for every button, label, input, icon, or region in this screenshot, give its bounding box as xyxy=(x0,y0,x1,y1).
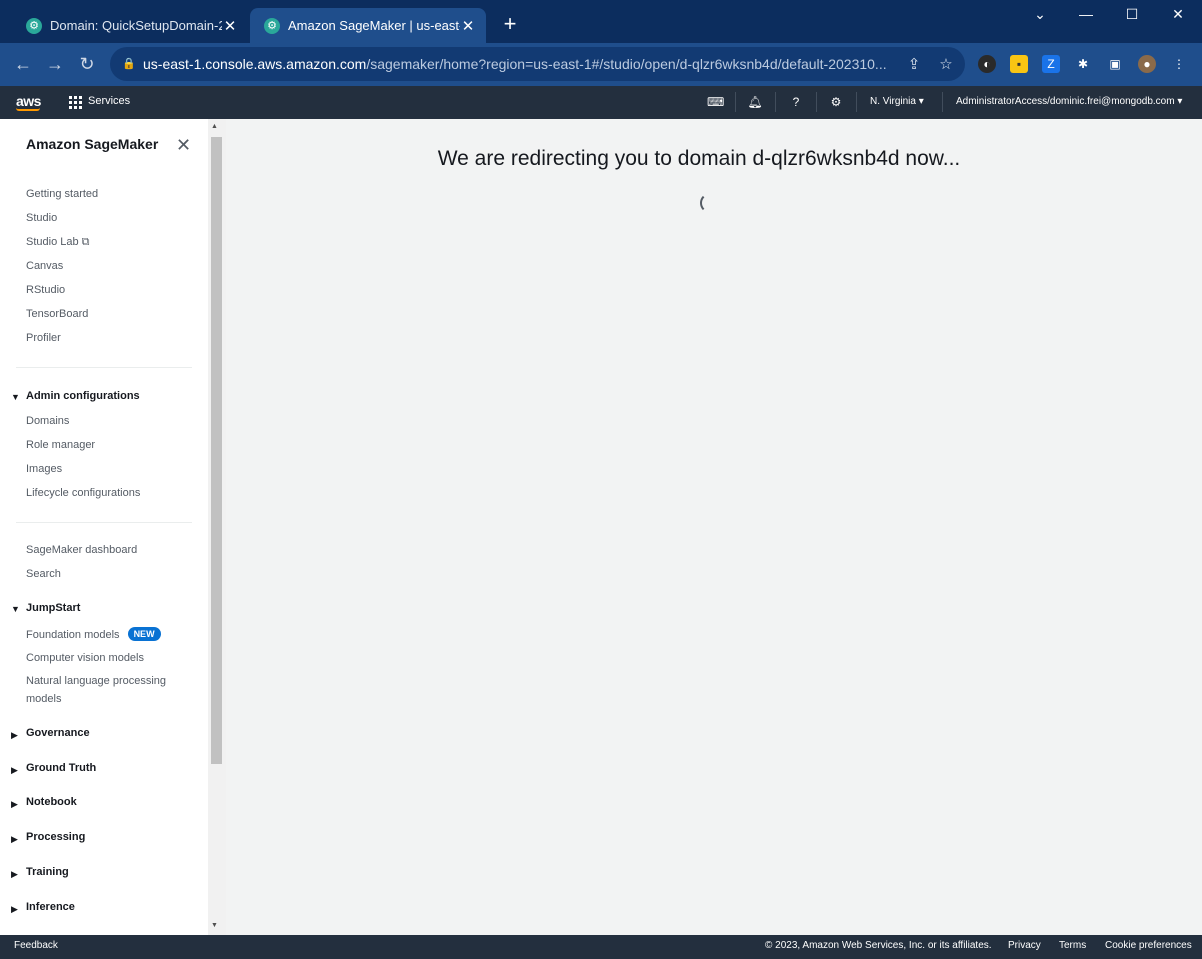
section-notebook[interactable]: Notebook xyxy=(26,796,77,808)
new-badge: NEW xyxy=(127,627,161,641)
redirect-message: We are redirecting you to domain d-qlzr6… xyxy=(437,147,961,170)
side-panel-icon[interactable]: ▣ xyxy=(1106,55,1124,73)
close-sidebar-icon[interactable]: ✕ xyxy=(176,135,191,156)
tab-close-icon[interactable]: ✕ xyxy=(460,17,476,35)
tab-title: Amazon SageMaker | us-east-1 xyxy=(288,18,460,33)
reload-icon[interactable]: ↻ xyxy=(76,53,98,75)
caret-down-icon[interactable]: ▼ xyxy=(11,392,20,402)
scroll-up-arrow-icon[interactable]: ▲ xyxy=(211,123,218,130)
bookmark-star-icon[interactable]: ☆ xyxy=(936,55,956,75)
sidebar-item-nlp-models-line2[interactable]: models xyxy=(26,693,61,705)
forward-arrow-icon[interactable]: → xyxy=(44,53,66,75)
tab-domain[interactable]: ⚙ Domain: QuickSetupDomain-202 ✕ xyxy=(12,8,248,43)
minimize-button[interactable]: — xyxy=(1076,6,1096,26)
aws-console-header: aws Services ⌨ 🔔︎ ? ⚙ N. Virginia ▾ Admi… xyxy=(0,86,1202,119)
aws-logo[interactable]: aws xyxy=(16,93,41,111)
lock-icon[interactable]: 🔒 xyxy=(122,57,136,70)
sidebar-item-images[interactable]: Images xyxy=(26,463,62,475)
url-text[interactable]: us-east-1.console.aws.amazon.com/sagemak… xyxy=(143,56,898,72)
main-content: We are redirecting you to domain d-qlzr6… xyxy=(226,119,1202,935)
tab-title: Domain: QuickSetupDomain-202 xyxy=(50,18,222,33)
caret-right-icon[interactable]: ▶ xyxy=(11,869,18,880)
cloudshell-icon[interactable]: ⌨ xyxy=(707,94,724,110)
sidebar-item-nlp-models[interactable]: Natural language processing xyxy=(26,675,166,687)
sidebar-item-search[interactable]: Search xyxy=(26,568,61,580)
extensions-puzzle-icon[interactable]: ✱ xyxy=(1074,55,1092,73)
sidebar-scrollbar-thumb[interactable] xyxy=(211,137,222,764)
section-governance[interactable]: Governance xyxy=(26,727,90,739)
feedback-link[interactable]: Feedback xyxy=(14,940,58,951)
new-tab-button[interactable]: + xyxy=(500,13,520,37)
sidebar-item-foundation-models[interactable]: Foundation models NEW xyxy=(26,627,161,641)
sidebar-title: Amazon SageMaker xyxy=(26,136,159,152)
privacy-link[interactable]: Privacy xyxy=(1008,940,1041,951)
caret-right-icon[interactable]: ▶ xyxy=(11,765,18,776)
sidebar-item-role-manager[interactable]: Role manager xyxy=(26,439,95,451)
account-menu[interactable]: AdministratorAccess/dominic.frei@mongodb… xyxy=(956,96,1182,107)
extension-zoom-icon[interactable]: Z xyxy=(1042,55,1060,73)
sidebar-item-sagemaker-dashboard[interactable]: SageMaker dashboard xyxy=(26,544,137,556)
tab-sagemaker-active[interactable]: ⚙ Amazon SageMaker | us-east-1 ✕ xyxy=(250,8,486,43)
section-jumpstart[interactable]: JumpStart xyxy=(26,602,80,614)
console-footer: Feedback © 2023, Amazon Web Services, In… xyxy=(0,935,1202,959)
section-processing[interactable]: Processing xyxy=(26,831,85,843)
profile-avatar[interactable]: ● xyxy=(1138,55,1156,73)
section-inference[interactable]: Inference xyxy=(26,901,75,913)
external-link-icon: ⧉ xyxy=(81,236,90,248)
sidebar-item-profiler[interactable]: Profiler xyxy=(26,332,61,344)
services-menu[interactable]: Services xyxy=(88,95,130,107)
section-training[interactable]: Training xyxy=(26,866,69,878)
sidebar-item-canvas[interactable]: Canvas xyxy=(26,260,63,272)
help-icon[interactable]: ? xyxy=(788,94,804,110)
tab-search-chevron-icon[interactable]: ⌄ xyxy=(1030,6,1050,26)
sidebar-item-rstudio[interactable]: RStudio xyxy=(26,284,65,296)
sagemaker-sidebar: Amazon SageMaker ✕ Getting started Studi… xyxy=(0,119,208,935)
section-admin-configurations[interactable]: Admin configurations xyxy=(26,390,140,402)
copyright-text: © 2023, Amazon Web Services, Inc. or its… xyxy=(765,940,992,951)
region-selector[interactable]: N. Virginia ▾ xyxy=(870,96,924,107)
loading-spinner-icon xyxy=(700,193,720,213)
sagemaker-favicon-icon: ⚙ xyxy=(264,17,280,34)
extension-shield-icon[interactable]: ◐ xyxy=(978,55,996,73)
terms-link[interactable]: Terms xyxy=(1059,940,1086,951)
notifications-bell-icon[interactable]: 🔔︎ xyxy=(747,94,763,110)
sidebar-item-computer-vision-models[interactable]: Computer vision models xyxy=(26,652,144,664)
services-grid-icon[interactable] xyxy=(69,96,82,109)
caret-right-icon[interactable]: ▶ xyxy=(11,834,18,845)
scroll-down-arrow-icon[interactable]: ▼ xyxy=(211,922,218,929)
cookie-preferences-link[interactable]: Cookie preferences xyxy=(1105,940,1192,951)
maximize-button[interactable]: ☐ xyxy=(1122,6,1142,26)
settings-gear-icon[interactable]: ⚙ xyxy=(828,94,844,110)
sidebar-item-tensorboard[interactable]: TensorBoard xyxy=(26,308,88,320)
tab-close-icon[interactable]: ✕ xyxy=(222,17,238,35)
back-arrow-icon[interactable]: ← xyxy=(12,53,34,75)
share-icon[interactable]: ⇪ xyxy=(904,55,924,75)
section-ground-truth[interactable]: Ground Truth xyxy=(26,762,96,774)
sidebar-item-studio[interactable]: Studio xyxy=(26,212,57,224)
tab-strip: ⚙ Domain: QuickSetupDomain-202 ✕ ⚙ Amazo… xyxy=(0,0,1202,43)
caret-right-icon[interactable]: ▶ xyxy=(11,730,18,741)
sidebar-item-lifecycle-configurations[interactable]: Lifecycle configurations xyxy=(26,487,140,499)
browser-window: ⚙ Domain: QuickSetupDomain-202 ✕ ⚙ Amazo… xyxy=(0,0,1202,959)
sagemaker-favicon-icon: ⚙ xyxy=(26,17,42,34)
caret-right-icon[interactable]: ▶ xyxy=(11,904,18,915)
extension-note-icon[interactable]: ▪ xyxy=(1010,55,1028,73)
caret-down-icon[interactable]: ▼ xyxy=(11,604,20,614)
close-window-button[interactable]: ✕ xyxy=(1168,6,1188,26)
sidebar-item-domains[interactable]: Domains xyxy=(26,415,69,427)
sidebar-item-getting-started[interactable]: Getting started xyxy=(26,188,98,200)
sidebar-item-studio-lab[interactable]: Studio Lab ⧉ xyxy=(26,236,90,249)
browser-menu-icon[interactable]: ⋮ xyxy=(1170,55,1188,73)
caret-right-icon[interactable]: ▶ xyxy=(11,799,18,810)
